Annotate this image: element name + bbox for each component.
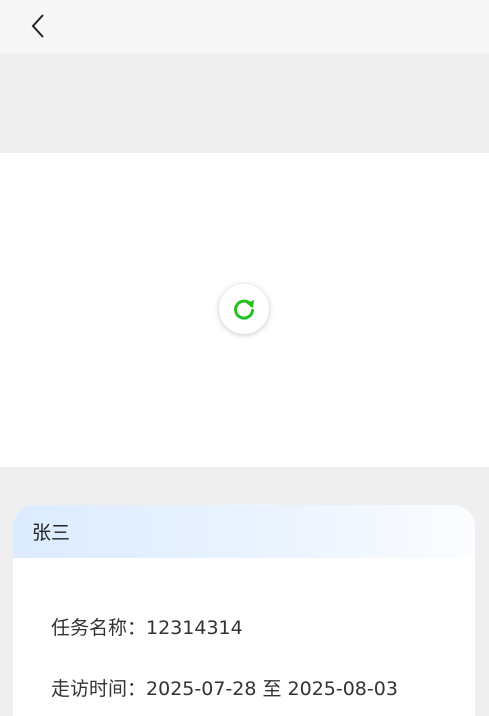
back-button[interactable]	[22, 8, 54, 44]
task-name-label: 任务名称：	[51, 617, 147, 639]
task-name-value: 12314314	[146, 617, 243, 639]
visit-time-value: 2025-07-28 至 2025-08-03	[146, 678, 398, 700]
chevron-left-icon	[31, 14, 44, 38]
navbar	[0, 0, 489, 53]
refresh-button[interactable]	[219, 284, 269, 334]
page: 张三 任务名称：12314314 走访时间：2025-07-28 至 2025-…	[0, 0, 489, 716]
person-name: 张三	[32, 522, 71, 544]
visit-time-row: 走访时间：2025-07-28 至 2025-08-03	[51, 674, 398, 701]
visit-card[interactable]: 张三 任务名称：12314314 走访时间：2025-07-28 至 2025-…	[13, 505, 475, 716]
task-name-row: 任务名称：12314314	[51, 613, 243, 640]
card-header: 张三	[13, 505, 475, 558]
refresh-icon	[234, 299, 254, 320]
header-spacer	[0, 53, 489, 153]
visit-time-label: 走访时间：	[51, 678, 147, 700]
